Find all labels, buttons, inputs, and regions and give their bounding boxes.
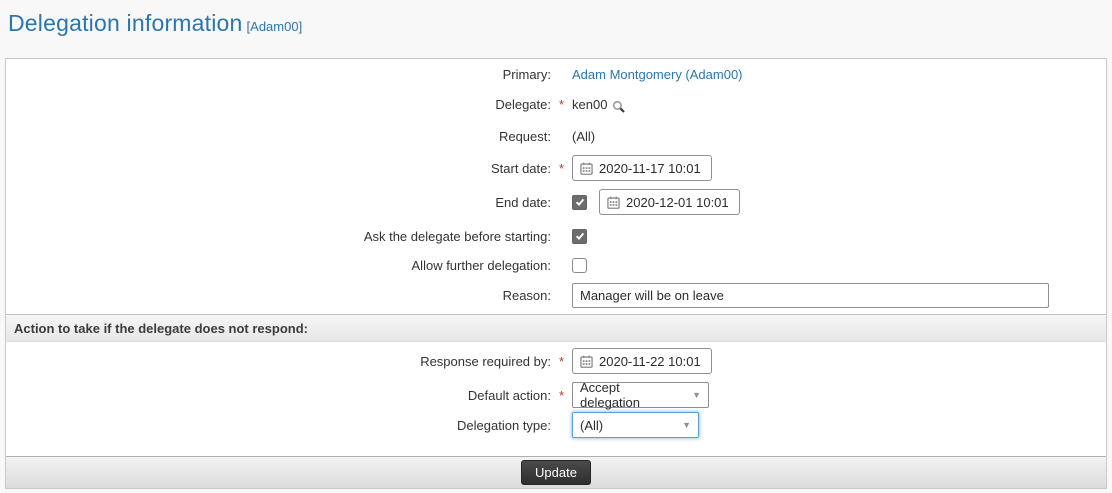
row-start-date: Start date: * 2020-11-17 10:01 bbox=[6, 153, 1106, 183]
calendar-icon bbox=[580, 355, 593, 368]
row-allow-further-delegation: Allow further delegation: bbox=[6, 251, 1106, 279]
chevron-down-icon: ▼ bbox=[682, 420, 691, 430]
primary-label: Primary: bbox=[502, 67, 551, 82]
row-ask-before-starting: Ask the delegate before starting: bbox=[6, 221, 1106, 251]
default-action-select[interactable]: Accept delegation ▼ bbox=[572, 380, 709, 410]
row-response-required-by: Response required by: * 2020-11-22 10:01 bbox=[6, 342, 1106, 380]
start-date-required-asterisk: * bbox=[558, 160, 565, 176]
reason-input[interactable] bbox=[572, 282, 1049, 308]
default-action-value: Accept delegation bbox=[580, 380, 640, 410]
end-date-checkbox[interactable] bbox=[572, 194, 587, 210]
delegation-type-label: Delegation type: bbox=[457, 417, 551, 433]
row-primary: Primary: Adam Montgomery (Adam00) bbox=[6, 59, 1106, 90]
allow-further-checkbox[interactable] bbox=[572, 257, 587, 273]
calendar-icon bbox=[607, 196, 620, 209]
default-action-asterisk: * bbox=[558, 387, 565, 403]
delegation-type-select[interactable]: (All) ▼ bbox=[572, 412, 699, 438]
response-required-label: Response required by: bbox=[420, 353, 551, 369]
delegation-form-panel: Primary: Adam Montgomery (Adam00) Delega… bbox=[5, 58, 1107, 489]
ask-before-label: Ask the delegate before starting: bbox=[363, 228, 551, 244]
delegate-required-asterisk: * bbox=[558, 97, 565, 112]
response-required-input[interactable]: 2020-11-22 10:01 bbox=[572, 348, 712, 374]
footer-action-bar: Update bbox=[6, 456, 1106, 488]
delegation-type-value: (All) bbox=[580, 417, 604, 433]
end-date-value: 2020-12-01 10:01 bbox=[626, 194, 729, 210]
response-required-asterisk: * bbox=[558, 353, 565, 369]
row-end-date: End date: 2020-12-01 10:01 bbox=[6, 183, 1106, 221]
page-title-reference: [Adam00] bbox=[246, 19, 303, 34]
end-date-input[interactable]: 2020-12-01 10:01 bbox=[599, 189, 740, 215]
ask-before-checkbox[interactable] bbox=[572, 228, 587, 244]
start-date-label: Start date: bbox=[491, 160, 551, 176]
chevron-down-icon: ▼ bbox=[692, 390, 701, 400]
request-value: (All) bbox=[572, 128, 596, 144]
page-title: Delegation information bbox=[8, 10, 243, 36]
row-reason: Reason: bbox=[6, 279, 1106, 311]
start-date-input[interactable]: 2020-11-17 10:01 bbox=[572, 155, 712, 181]
update-button[interactable]: Update bbox=[521, 460, 591, 485]
search-icon[interactable] bbox=[612, 100, 626, 114]
reason-label: Reason: bbox=[502, 287, 551, 303]
calendar-icon bbox=[580, 162, 593, 175]
end-date-label: End date: bbox=[495, 194, 551, 210]
response-required-value: 2020-11-22 10:01 bbox=[599, 353, 701, 369]
row-request: Request: (All) bbox=[6, 119, 1106, 153]
request-label: Request: bbox=[498, 128, 551, 144]
allow-further-label: Allow further delegation: bbox=[411, 257, 551, 273]
delegate-value: ken00 bbox=[572, 97, 608, 112]
start-date-value: 2020-11-17 10:01 bbox=[599, 160, 701, 176]
row-default-action: Default action: * Accept delegation ▼ bbox=[6, 380, 1106, 410]
default-action-label: Default action: bbox=[467, 387, 551, 403]
section-header-no-response: Action to take if the delegate does not … bbox=[6, 314, 1106, 342]
delegate-label: Delegate: bbox=[495, 97, 551, 112]
page-header: Delegation information [Adam00] bbox=[0, 0, 1112, 58]
primary-user-link[interactable]: Adam Montgomery (Adam00) bbox=[572, 67, 743, 82]
row-delegation-type: Delegation type: (All) ▼ bbox=[6, 410, 1106, 440]
row-delegate: Delegate: * ken00 bbox=[6, 90, 1106, 119]
